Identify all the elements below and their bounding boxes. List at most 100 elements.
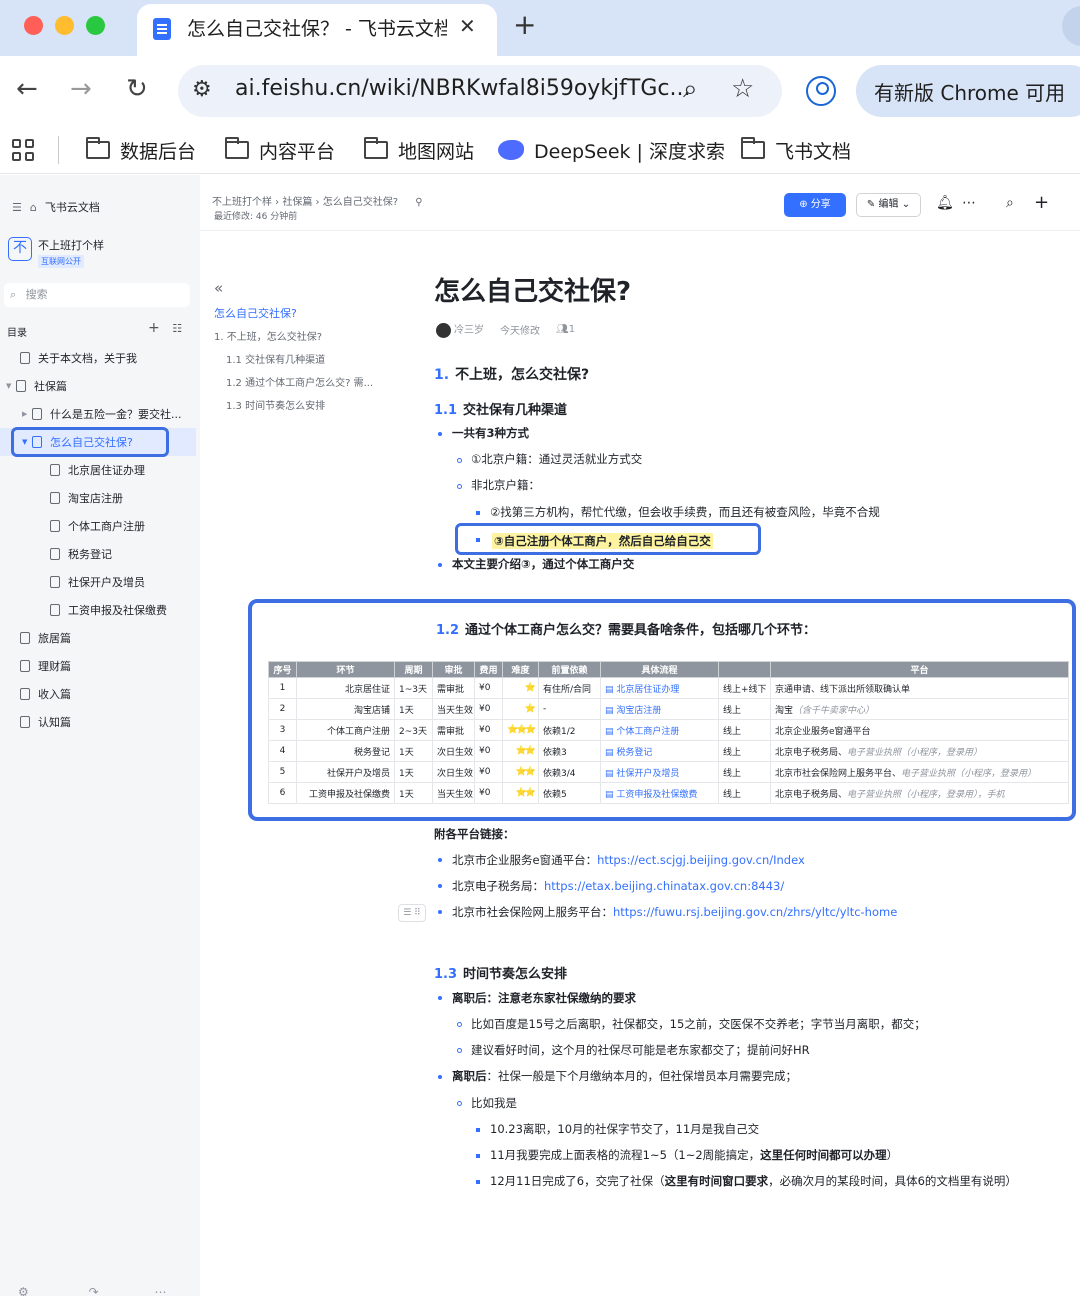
page-icon <box>16 380 26 392</box>
sidebar-home-label[interactable]: 飞书云文档 <box>45 199 100 215</box>
collapse-sidebar-icon[interactable]: ☰ <box>12 201 22 214</box>
doc-link-icon: ▤ <box>605 726 617 737</box>
minimize-window-button[interactable] <box>55 16 74 35</box>
toc-settings-icon[interactable]: ☷ <box>172 322 182 335</box>
breadcrumb-text[interactable]: 不上班打个样 › 社保篇 › 怎么自己交社保? <box>212 197 398 208</box>
bell-icon[interactable]: 🔔︎ <box>936 195 954 211</box>
table-cell: 4 <box>268 740 297 762</box>
bookmark-feishu-docs[interactable]: 飞书文档 <box>741 136 851 164</box>
outline-item-title[interactable]: 怎么自己交社保? <box>214 305 297 321</box>
viewer-count[interactable]: 👥︎1 <box>556 324 575 335</box>
chrome-update-label: 有新版 Chrome 可用 <box>874 81 1066 105</box>
pin-icon[interactable]: ⚲ <box>415 197 422 208</box>
chevron-down-icon: ⌄ <box>901 199 911 210</box>
process-link[interactable]: 淘宝店注册 <box>616 706 661 716</box>
sidebar-item-payroll[interactable]: 工资申报及社保缴费 <box>0 596 196 624</box>
more-icon[interactable]: ⋯ <box>154 1285 166 1296</box>
sidebar-item-finance[interactable]: 理财篇 <box>0 652 196 680</box>
table-cell: 依赖5 <box>538 782 601 804</box>
maximize-window-button[interactable] <box>86 16 105 35</box>
space-logo: 不 <box>8 237 32 261</box>
search-icon[interactable]: ⌕ <box>1006 195 1014 211</box>
process-link-cell[interactable]: ▤ 淘宝店注册 <box>600 698 719 720</box>
close-window-button[interactable] <box>24 16 43 35</box>
tab-search-button[interactable] <box>1062 6 1080 46</box>
add-icon[interactable]: + <box>1034 192 1049 213</box>
sidebar-item-about[interactable]: 关于本文档，关于我 <box>0 344 196 372</box>
platform-cell: 北京企业服务e窗通平台 <box>770 719 1069 741</box>
bookmark-label: 飞书文档 <box>775 140 852 163</box>
bookmark-map-sites[interactable]: 地图网站 <box>364 136 474 164</box>
process-link[interactable]: 税务登记 <box>616 748 652 758</box>
sidebar-item-business-registration[interactable]: 个体工商户注册 <box>0 512 196 540</box>
bookmark-data-backend[interactable]: 数据后台 <box>86 136 196 164</box>
collapse-outline-icon[interactable]: « <box>214 279 223 297</box>
reload-icon[interactable]: ↻ <box>126 74 148 104</box>
sidebar-item-social-security[interactable]: ▼ 社保篇 <box>0 372 196 400</box>
process-link[interactable]: 社保开户及增员 <box>616 769 679 779</box>
site-settings-icon[interactable]: ⚙ <box>192 77 212 102</box>
bullet <box>438 432 442 436</box>
sidebar-item-income[interactable]: 收入篇 <box>0 680 196 708</box>
process-link[interactable]: 个体工商户注册 <box>616 727 679 737</box>
sidebar-item-five-insurances[interactable]: ▶ 什么是五险一金？要交社... <box>0 400 196 428</box>
new-tab-button[interactable]: + <box>513 8 536 41</box>
sidebar-item-ss-account[interactable]: 社保开户及增员 <box>0 568 196 596</box>
process-link[interactable]: 北京居住证办理 <box>616 685 679 695</box>
chrome-update-button[interactable]: 有新版 Chrome 可用 <box>856 65 1080 117</box>
share-button[interactable]: ⊕ 分享 <box>784 193 846 217</box>
forward-icon[interactable]: → <box>70 74 92 104</box>
process-link-cell[interactable]: ▤ 社保开户及增员 <box>600 761 719 783</box>
table-row: 4 税务登记 1天 次日生效 ¥0 ⭐⭐ 依赖3 ▤ 税务登记 线上 北京电子税务局、电子营业执照… <box>268 740 1069 762</box>
table-cell: 1天 <box>394 761 433 783</box>
sidebar-header[interactable]: ☰ ⌂ 飞书云文档 <box>12 199 100 215</box>
sidebar-search-input[interactable]: ⌕ 搜索 <box>4 283 190 307</box>
browser-toolbar: ← → ↻ ⚙ ai.feishu.cn/wiki/NBRKwfal8i59oy… <box>0 56 1080 126</box>
table-row: 1 北京居住证 1~3天 需审批 ¥0 ⭐ 有住所/合同 ▤ 北京居住证办理 线上+线下 京通申请… <box>268 677 1069 699</box>
sidebar-item-travel[interactable]: 旅居篇 <box>0 624 196 652</box>
process-link-cell[interactable]: ▤ 个体工商户注册 <box>600 719 719 741</box>
process-link-cell[interactable]: ▤ 税务登记 <box>600 740 719 762</box>
sidebar-item-tax-registration[interactable]: 税务登记 <box>0 540 196 568</box>
apps-button[interactable] <box>12 136 34 164</box>
sidebar-item-label: 北京居住证办理 <box>68 464 145 477</box>
browser-tab-active[interactable]: 怎么自己交社保？ - 飞书云文档 ✕ <box>137 4 497 56</box>
bookmarks-bar: 数据后台 内容平台 地图网站 DeepSeek | 深度求索 飞书文档 <box>0 126 1080 174</box>
highlight-annotation: ③自己注册个体工商户，然后自己给自己交 <box>455 523 761 555</box>
outline-item[interactable]: 1.3 时间节奏怎么安排 <box>226 397 325 412</box>
difficulty-stars: ⭐⭐ <box>502 782 539 804</box>
profile-avatar-icon[interactable] <box>806 76 836 106</box>
list-item: 本文主要介绍③，通过个体工商户交 <box>452 557 635 571</box>
expand-arrow-icon[interactable]: ▼ <box>6 382 16 390</box>
breadcrumb[interactable]: 不上班打个样 › 社保篇 › 怎么自己交社保? ⚲ <box>212 193 423 208</box>
bookmark-content-platform[interactable]: 内容平台 <box>225 136 335 164</box>
collapse-arrow-icon[interactable]: ▶ <box>22 410 32 418</box>
more-options-icon[interactable]: ⋯ <box>962 195 976 211</box>
sidebar-item-cognition[interactable]: 认知篇 <box>0 708 196 736</box>
process-link-cell[interactable]: ▤ 工资申报及社保缴费 <box>600 782 719 804</box>
process-link-cell[interactable]: ▤ 北京居住证办理 <box>600 677 719 699</box>
address-bar[interactable]: ⚙ ai.feishu.cn/wiki/NBRKwfal8i59oykjfTGc… <box>178 65 782 117</box>
bookmark-star-icon[interactable]: ☆ <box>731 74 754 104</box>
author[interactable]: 冷三岁 <box>436 321 484 338</box>
page-title: 怎么自己交社保? <box>434 277 632 307</box>
difficulty-stars: ⭐⭐⭐ <box>502 719 539 741</box>
back-icon[interactable]: ← <box>16 74 38 104</box>
share-arrow-icon[interactable]: ↷ <box>89 1285 99 1296</box>
table-header-cell: 平台 <box>770 661 1069 678</box>
page-icon <box>20 352 30 364</box>
platform-note: （含千牛卖家中心） <box>793 705 875 716</box>
sidebar-item-taobao[interactable]: 淘宝店注册 <box>0 484 196 512</box>
add-page-icon[interactable]: + <box>148 320 160 336</box>
zoom-icon[interactable]: ⌕ <box>683 74 698 105</box>
sidebar-item-residence-permit[interactable]: 北京居住证办理 <box>0 456 196 484</box>
outline-item[interactable]: 1.2 通过个体工商户怎么交? 需... <box>226 374 373 389</box>
process-link[interactable]: 工资申报及社保缴费 <box>616 790 697 800</box>
outline-item[interactable]: 1. 不上班，怎么交社保? <box>214 328 322 343</box>
outline-item[interactable]: 1.1 交社保有几种渠道 <box>226 351 325 366</box>
edit-mode-button[interactable]: ✎ 编辑 ⌄ <box>856 193 921 217</box>
tab-close-icon[interactable]: ✕ <box>459 14 476 38</box>
url-text[interactable]: ai.feishu.cn/wiki/NBRKwfal8i59oykjfTGc..… <box>235 76 690 101</box>
bookmark-deepseek[interactable]: DeepSeek | 深度求索 <box>498 136 725 164</box>
settings-icon[interactable]: ⚙ <box>18 1285 29 1296</box>
